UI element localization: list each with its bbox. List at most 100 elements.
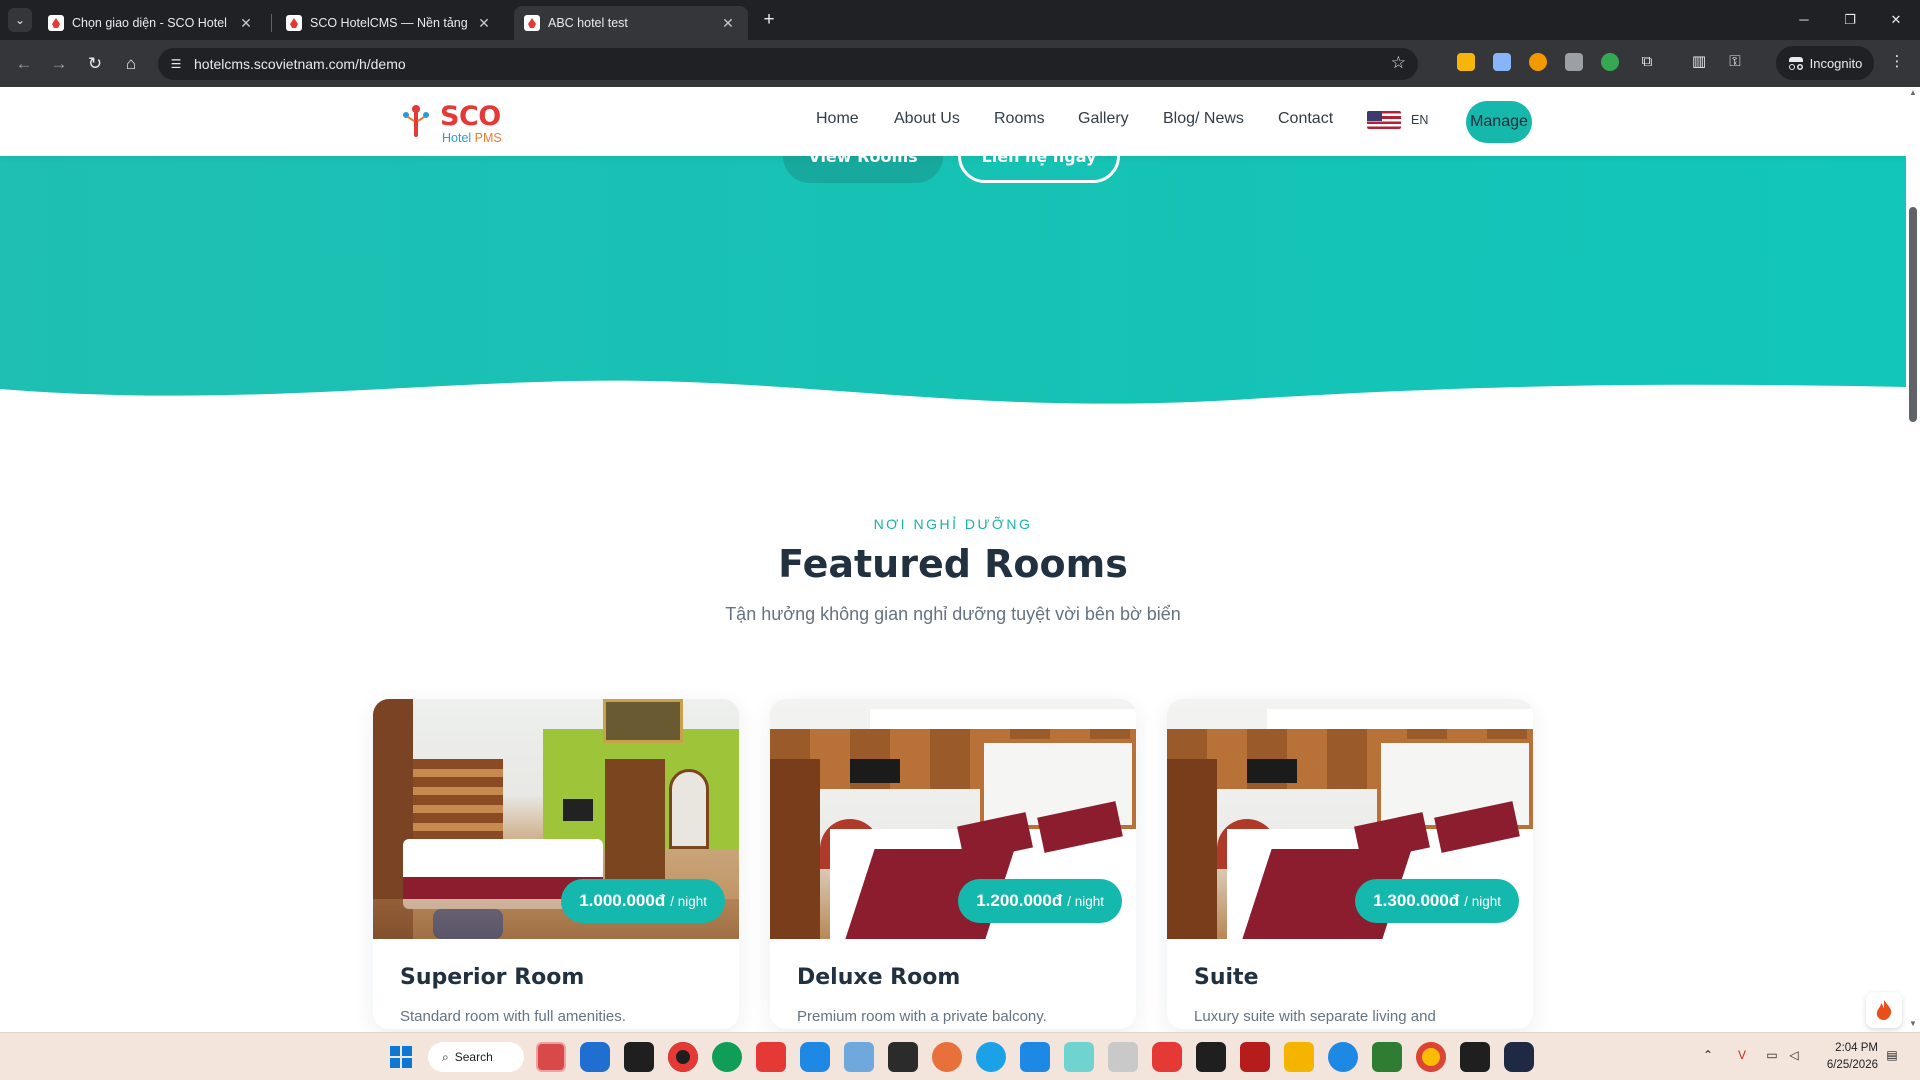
site-logo[interactable]: SCO Hotel PMS [402, 99, 512, 145]
manage-button[interactable]: Manage [1466, 101, 1532, 143]
site-favicon-icon [48, 15, 64, 31]
price-badge: 1.200.000đ / night [958, 879, 1122, 923]
network-app-icon[interactable] [1108, 1042, 1138, 1072]
edge-app-icon[interactable] [712, 1042, 742, 1072]
price-amount: 1.000.000đ [579, 891, 666, 910]
cloud-app-icon[interactable] [1196, 1042, 1226, 1072]
camera-extension-icon[interactable] [1565, 53, 1583, 71]
nav-gallery[interactable]: Gallery [1078, 110, 1129, 128]
reload-icon[interactable]: ↻ [83, 52, 107, 76]
tray-overflow-icon[interactable]: ⌃ [1700, 1047, 1716, 1063]
extensions-puzzle-icon[interactable]: ⧉ [1636, 51, 1658, 73]
room-name[interactable]: Deluxe Room [797, 965, 960, 990]
shopee-app-icon[interactable] [756, 1042, 786, 1072]
nav-rooms[interactable]: Rooms [994, 110, 1045, 128]
address-bar[interactable]: ☰ hotelcms.scovietnam.com/h/demo ☆ [158, 48, 1418, 80]
room-card-deluxe[interactable]: 1.200.000đ / night Deluxe Room Premium r… [770, 699, 1136, 1029]
mail-app-icon[interactable] [1064, 1042, 1094, 1072]
scroll-up-icon[interactable]: ▲ [1909, 89, 1917, 97]
incognito-icon [1788, 57, 1804, 70]
extension-icon[interactable] [1457, 53, 1475, 71]
new-tab-icon[interactable]: + [758, 10, 780, 32]
room-name[interactable]: Suite [1194, 965, 1259, 990]
zalo-web-app-icon[interactable] [1328, 1042, 1358, 1072]
vscode-app-icon[interactable] [1020, 1042, 1050, 1072]
sco-logo-icon [403, 105, 429, 137]
room-name[interactable]: Superior Room [400, 965, 584, 990]
snipping-tool-icon[interactable] [844, 1042, 874, 1072]
vivaldi-tray-icon[interactable]: V [1734, 1047, 1750, 1063]
incognito-badge[interactable]: Incognito [1776, 46, 1874, 80]
reading-mode-icon[interactable]: ▥ [1688, 51, 1710, 73]
chrome-app-icon[interactable] [1416, 1042, 1446, 1072]
back-icon[interactable]: ← [12, 52, 36, 76]
volume-icon[interactable]: ◁ [1786, 1047, 1802, 1063]
price-amount: 1.200.000đ [976, 891, 1063, 910]
url-text[interactable]: hotelcms.scovietnam.com/h/demo [194, 48, 406, 80]
room-card-superior[interactable]: 1.000.000đ / night Superior Room Standar… [373, 699, 739, 1029]
windows-start-icon[interactable] [386, 1042, 416, 1072]
tab-search-menu-button[interactable]: ⌄ [8, 8, 32, 32]
browser-menu-icon[interactable]: ⋮ [1886, 51, 1908, 73]
app-icon[interactable] [1504, 1042, 1534, 1072]
price-unit: / night [670, 894, 707, 909]
logo-sub-hotel: Hotel [442, 131, 475, 145]
room-card-suite[interactable]: 1.300.000đ / night Suite Luxury suite wi… [1167, 699, 1533, 1029]
clickup-app-icon[interactable] [536, 1042, 566, 1072]
browser-tab-active[interactable]: ABC hotel test ✕ [514, 6, 748, 40]
us-flag-icon [1367, 111, 1401, 129]
filezilla-app-icon[interactable] [1240, 1042, 1270, 1072]
extension-icon[interactable] [1493, 53, 1511, 71]
clock-date: 6/25/2026 [1826, 1059, 1878, 1071]
window-close-icon[interactable]: ✕ [1884, 8, 1908, 32]
outlook-app-icon[interactable] [580, 1042, 610, 1072]
language-code: EN [1411, 113, 1429, 127]
zalo-app-icon[interactable] [800, 1042, 830, 1072]
floating-fire-button[interactable] [1866, 992, 1902, 1028]
browser-toolbar: ← → ↻ ⌂ ☰ hotelcms.scovietnam.com/h/demo… [0, 40, 1920, 87]
scrollbar-thumb[interactable] [1909, 207, 1917, 422]
tab-title: ABC hotel test [548, 16, 628, 30]
language-switcher[interactable]: EN [1367, 111, 1428, 129]
nav-home[interactable]: Home [816, 110, 859, 128]
notepad-app-icon[interactable] [1372, 1042, 1402, 1072]
forward-icon[interactable]: → [47, 52, 71, 76]
bookmark-star-icon[interactable]: ☆ [1391, 53, 1406, 73]
nav-blog-news[interactable]: Blog/ News [1163, 110, 1244, 128]
taskbar-search[interactable]: ⌕ Search [428, 1042, 524, 1072]
youtube-app-icon[interactable] [1152, 1042, 1182, 1072]
site-settings-icon[interactable]: ☰ [168, 56, 184, 72]
scroll-down-icon[interactable]: ▼ [1909, 1020, 1917, 1028]
minimize-icon[interactable]: ─ [1792, 8, 1816, 32]
page-viewport: View Rooms Liên hệ ngay SCO Hotel PMS Ho… [0, 87, 1906, 1032]
price-unit: / night [1464, 894, 1501, 909]
tab-close-icon[interactable]: ✕ [238, 15, 254, 32]
page-scrollbar[interactable]: ▲ ▼ [1906, 87, 1920, 1032]
price-badge: 1.000.000đ / night [561, 879, 725, 923]
hero-wave-divider [0, 380, 1906, 437]
nav-about-us[interactable]: About Us [894, 110, 960, 128]
tab-close-icon[interactable]: ✕ [720, 15, 736, 32]
notification-icon[interactable]: ▤ [1884, 1047, 1900, 1063]
nav-contact[interactable]: Contact [1278, 110, 1333, 128]
section-subtitle: Tận hưởng không gian nghỉ dưỡng tuyệt vờ… [725, 604, 1181, 624]
browser-tab[interactable]: SCO HotelCMS — Nền tảng website ✕ [276, 6, 504, 40]
network-tray-icon[interactable]: ▭ [1764, 1047, 1780, 1063]
terminal-app-icon[interactable] [1460, 1042, 1490, 1072]
home-icon[interactable]: ⌂ [119, 52, 143, 76]
file-explorer-icon[interactable] [1284, 1042, 1314, 1072]
claude-app-icon[interactable] [932, 1042, 962, 1072]
browser-tab[interactable]: Chọn giao diện - SCO Hotel CMS ✕ [38, 6, 266, 40]
browser-app-icon[interactable] [976, 1042, 1006, 1072]
browser-tab-strip: ⌄ Chọn giao diện - SCO Hotel CMS ✕ SCO H… [0, 0, 1920, 40]
sticky-notes-app-icon[interactable] [624, 1042, 654, 1072]
extension-icon[interactable] [1529, 53, 1547, 71]
password-manager-icon[interactable]: ⚿ [1724, 51, 1746, 73]
notion-app-icon[interactable] [888, 1042, 918, 1072]
tab-close-icon[interactable]: ✕ [476, 15, 492, 32]
restore-icon[interactable]: ❐ [1838, 8, 1862, 32]
extension-icon[interactable] [1601, 53, 1619, 71]
taskbar-clock[interactable]: 2:04 PM 6/25/2026 [1827, 1040, 1878, 1074]
recorder-app-icon[interactable] [668, 1042, 698, 1072]
incognito-label: Incognito [1809, 55, 1863, 71]
